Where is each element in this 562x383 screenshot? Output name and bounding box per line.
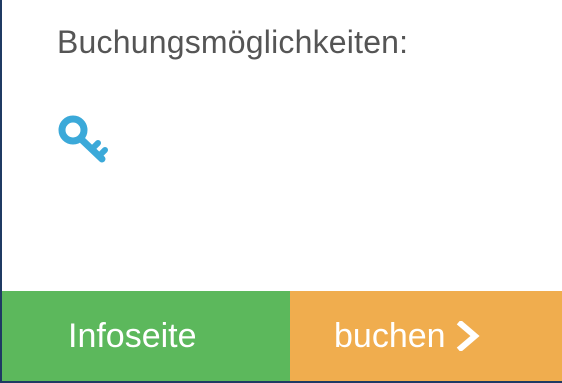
key-icon <box>56 112 112 168</box>
booking-card: Buchungsmöglichkeiten: Infoseite buchen <box>0 0 562 383</box>
info-page-button[interactable]: Infoseite <box>2 291 290 381</box>
chevron-right-icon <box>456 319 482 353</box>
booking-options-heading: Buchungsmöglichkeiten: <box>57 24 409 60</box>
action-bar: Infoseite buchen <box>2 291 562 381</box>
info-page-label: Infoseite <box>68 316 197 355</box>
book-button[interactable]: buchen <box>290 291 562 381</box>
book-label: buchen <box>334 316 446 355</box>
